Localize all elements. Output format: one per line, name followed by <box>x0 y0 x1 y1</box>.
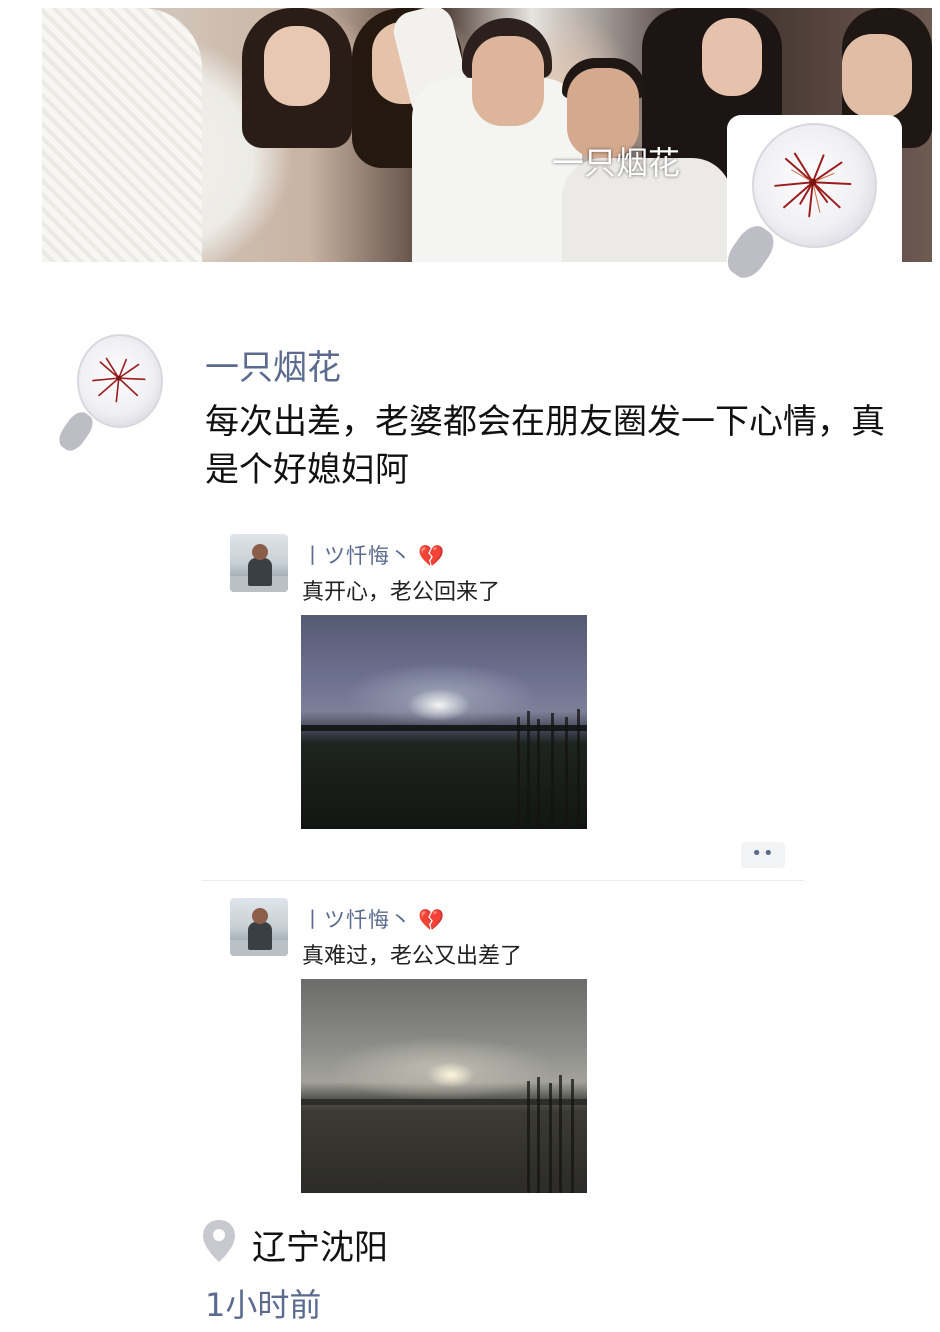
shared-post-text: 真难过，老公又出差了 <box>302 944 523 969</box>
mug-avatar-image <box>720 123 893 285</box>
shared-author-name[interactable]: 丨ツ忏悔丶 💔 <box>302 904 445 934</box>
cover-username: 一只烟花 <box>552 144 681 182</box>
mug-avatar-image <box>54 334 174 455</box>
broken-heart-icon: 💔 <box>418 908 446 932</box>
shared-post-text: 真开心，老公回来了 <box>302 580 501 605</box>
profile-avatar[interactable] <box>720 115 902 290</box>
post-text: 每次出差，老婆都会在朋友圈发一下心情，真是个好媳妇阿 <box>205 402 885 490</box>
shared-post-photo[interactable] <box>301 979 587 1193</box>
firework-icon <box>92 357 146 403</box>
shared-author-avatar[interactable] <box>230 534 288 592</box>
post-author-avatar[interactable] <box>54 334 174 455</box>
shared-author-name[interactable]: 丨ツ忏悔丶 💔 <box>302 540 445 570</box>
cover-person-dress <box>42 8 202 262</box>
location-pin-icon <box>203 1220 235 1262</box>
more-button[interactable]: •• <box>741 842 785 868</box>
firework-icon <box>774 152 852 217</box>
post-author-name[interactable]: 一只烟花 <box>205 340 341 389</box>
divider <box>202 880 804 881</box>
shared-author-avatar[interactable] <box>230 898 288 956</box>
post-time: 1小时前 <box>205 1286 322 1324</box>
shared-post-photo[interactable] <box>301 615 587 829</box>
post-location[interactable]: 辽宁沈阳 <box>252 1220 388 1269</box>
broken-heart-icon: 💔 <box>418 544 446 568</box>
